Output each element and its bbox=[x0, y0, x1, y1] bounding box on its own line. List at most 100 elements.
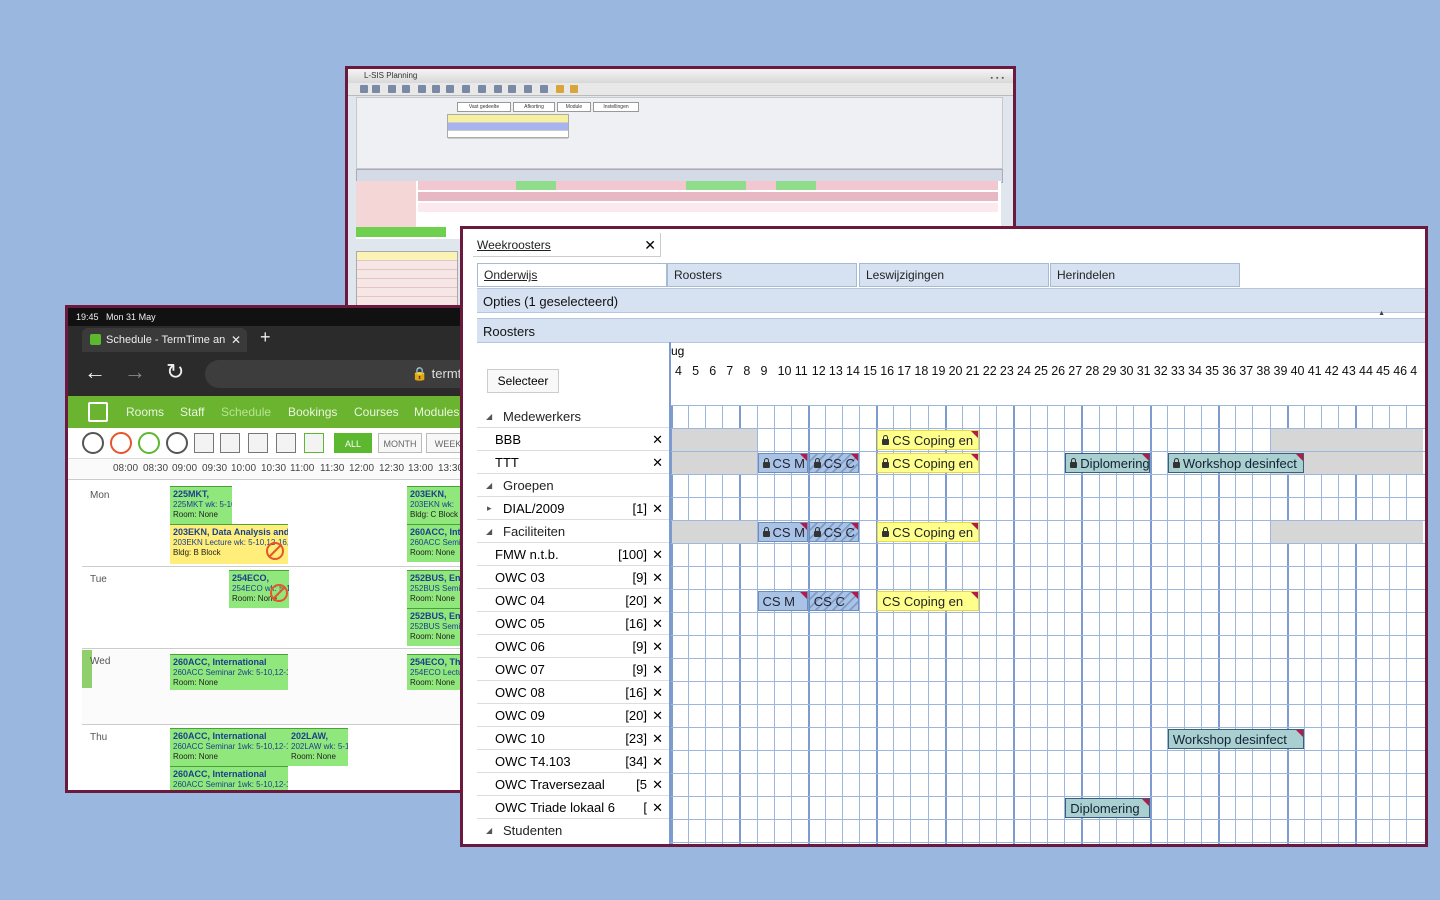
collapse-triangle-icon[interactable]: ◢ bbox=[486, 474, 492, 497]
legacy-tool-icon[interactable] bbox=[478, 85, 486, 93]
nav-staff[interactable]: Staff bbox=[180, 405, 204, 419]
nav-modules[interactable]: Modules bbox=[414, 405, 459, 419]
url-bar[interactable]: 🔒 termtim bbox=[205, 360, 472, 388]
remove-icon[interactable]: ✕ bbox=[652, 566, 663, 589]
group-studenten[interactable]: ◢ Studenten bbox=[477, 819, 669, 842]
resource-row[interactable]: FMW n.t.b. [100] ✕ bbox=[477, 543, 669, 566]
remove-icon[interactable]: ✕ bbox=[652, 589, 663, 612]
remove-icon[interactable]: ✕ bbox=[652, 796, 663, 819]
view-all-button[interactable]: ALL bbox=[334, 433, 372, 453]
resource-row[interactable]: OWC 10 [23] ✕ bbox=[477, 727, 669, 750]
subtab-leswijzigingen[interactable]: Leswijzigingen bbox=[859, 263, 1049, 287]
legacy-tool-icon[interactable] bbox=[446, 85, 454, 93]
legacy-tab[interactable]: Afkorting bbox=[513, 102, 555, 112]
resource-row[interactable]: OWC Traversezaal [5 ✕ bbox=[477, 773, 669, 796]
remove-icon[interactable]: ✕ bbox=[652, 750, 663, 773]
event-card[interactable]: 225MKT, 225MKT wk: 5-10, Room: None bbox=[170, 486, 232, 524]
event-card[interactable]: 260ACC, International 260ACC Seminar 1wk:… bbox=[170, 728, 288, 766]
event-card[interactable]: 202LAW,202LAW wk: 5-10,Room: None bbox=[288, 728, 348, 766]
schedule-event-cs-c[interactable]: CS C bbox=[808, 522, 860, 542]
expand-triangle-icon[interactable]: ▸ bbox=[487, 497, 492, 520]
weekroosters-tab[interactable]: Weekroosters ✕ bbox=[473, 233, 661, 257]
schedule-event-cs-coping[interactable]: CS Coping en bbox=[877, 591, 979, 611]
schedule-event-workshop[interactable]: Workshop desinfect bbox=[1167, 453, 1304, 473]
remove-icon[interactable]: ✕ bbox=[652, 681, 663, 704]
legacy-tab[interactable]: Module bbox=[557, 102, 591, 112]
remove-icon[interactable]: ✕ bbox=[652, 612, 663, 635]
resource-row[interactable]: OWC 08 [16] ✕ bbox=[477, 681, 669, 704]
collapse-triangle-icon[interactable]: ◢ bbox=[486, 819, 492, 842]
opties-bar[interactable]: Opties (1 geselecteerd) bbox=[477, 288, 1425, 313]
schedule-event-diplomering[interactable]: Diplomering bbox=[1065, 798, 1150, 818]
resource-row[interactable]: OWC 09 [20] ✕ bbox=[477, 704, 669, 727]
schedule-event-cs-coping[interactable]: CS Coping en bbox=[877, 430, 979, 450]
selecteer-button[interactable]: Selecteer bbox=[487, 369, 559, 393]
reload-icon[interactable]: ↻ bbox=[166, 360, 184, 384]
schedule-event-diplomering[interactable]: Diplomering bbox=[1065, 453, 1150, 473]
copy-icon[interactable] bbox=[276, 433, 296, 453]
event-card[interactable]: 260ACC, International 260ACC Seminar 2wk:… bbox=[170, 654, 288, 690]
remove-icon[interactable]: ✕ bbox=[652, 497, 663, 520]
list-circle-icon[interactable] bbox=[138, 432, 160, 454]
resource-row[interactable]: ▸ DIAL/2009 [1] ✕ bbox=[477, 497, 669, 520]
remove-icon[interactable]: ✕ bbox=[652, 704, 663, 727]
search-icon[interactable] bbox=[220, 433, 240, 453]
legacy-tool-icon[interactable] bbox=[372, 85, 380, 93]
back-arrow-icon[interactable]: ← bbox=[84, 360, 106, 384]
legacy-tool-icon[interactable] bbox=[402, 85, 410, 93]
collapse-triangle-icon[interactable]: ◢ bbox=[486, 405, 492, 428]
clock-icon[interactable] bbox=[248, 433, 268, 453]
list-view-icon[interactable] bbox=[304, 433, 324, 453]
subtab-roosters[interactable]: Roosters bbox=[667, 263, 857, 287]
schedule-event-cs-coping[interactable]: CS Coping en bbox=[877, 522, 979, 542]
collapse-triangle-icon[interactable]: ◢ bbox=[486, 520, 492, 543]
schedule-event-cs-m[interactable]: CS M bbox=[757, 522, 808, 542]
resource-row[interactable]: OWC T4.103 [34] ✕ bbox=[477, 750, 669, 773]
view-month-button[interactable]: MONTH bbox=[378, 433, 422, 453]
resource-row[interactable]: BBB ✕ bbox=[477, 428, 669, 451]
remove-icon[interactable]: ✕ bbox=[652, 773, 663, 796]
close-tab-icon[interactable]: ✕ bbox=[644, 233, 656, 257]
nav-courses[interactable]: Courses bbox=[354, 405, 399, 419]
resource-row[interactable]: OWC 05 [16] ✕ bbox=[477, 612, 669, 635]
schedule-event-cs-coping[interactable]: CS Coping en bbox=[877, 453, 979, 473]
refresh-icon[interactable] bbox=[82, 432, 104, 454]
remove-icon[interactable]: ✕ bbox=[652, 543, 663, 566]
add-alarm-icon[interactable] bbox=[110, 432, 132, 454]
remove-icon[interactable]: ✕ bbox=[652, 635, 663, 658]
legacy-tab[interactable]: Vast gedeelte bbox=[457, 102, 511, 112]
nav-rooms[interactable]: Rooms bbox=[126, 405, 164, 419]
legacy-tool-icon[interactable] bbox=[494, 85, 502, 93]
termtime-logo-icon[interactable] bbox=[88, 402, 108, 422]
resource-row[interactable]: OWC 03 [9] ✕ bbox=[477, 566, 669, 589]
legacy-tool-icon[interactable] bbox=[508, 85, 516, 93]
close-tab-icon[interactable]: ✕ bbox=[231, 328, 241, 352]
legacy-tool-icon[interactable] bbox=[360, 85, 368, 93]
legacy-tab[interactable]: Instellingen bbox=[593, 102, 639, 112]
group-faciliteiten[interactable]: ◢ Faciliteiten bbox=[477, 520, 669, 543]
remove-icon[interactable]: ✕ bbox=[652, 727, 663, 750]
event-card[interactable]: 260ACC, International 260ACC Seminar 1wk:… bbox=[170, 766, 288, 790]
subtab-herindelen[interactable]: Herindelen bbox=[1050, 263, 1240, 287]
nav-schedule[interactable]: Schedule bbox=[221, 405, 271, 419]
legacy-tool-icon[interactable] bbox=[432, 85, 440, 93]
legacy-tool-icon[interactable] bbox=[570, 85, 578, 93]
forward-arrow-icon[interactable]: → bbox=[124, 360, 146, 384]
remove-icon[interactable]: ✕ bbox=[652, 428, 663, 451]
legacy-tool-icon[interactable] bbox=[540, 85, 548, 93]
collapse-arrow-icon[interactable]: ▲ bbox=[1378, 310, 1385, 317]
resource-row[interactable]: OWC 04 [20] ✕ bbox=[477, 589, 669, 612]
new-tab-icon[interactable]: + bbox=[260, 327, 271, 348]
schedule-event-cs-m[interactable]: CS M bbox=[757, 453, 808, 473]
group-medewerkers[interactable]: ◢ Medewerkers bbox=[477, 405, 669, 428]
legacy-tool-icon[interactable] bbox=[388, 85, 396, 93]
remove-icon[interactable]: ✕ bbox=[652, 451, 663, 474]
add-event-icon[interactable] bbox=[194, 433, 214, 453]
resource-row[interactable]: OWC 06 [9] ✕ bbox=[477, 635, 669, 658]
group-groepen[interactable]: ◢ Groepen bbox=[477, 474, 669, 497]
schedule-event-cs-c[interactable]: CS C bbox=[808, 453, 860, 473]
undo-icon[interactable] bbox=[166, 432, 188, 454]
nav-bookings[interactable]: Bookings bbox=[288, 405, 337, 419]
schedule-event-cs-c[interactable]: CS C bbox=[808, 591, 860, 611]
remove-icon[interactable]: ✕ bbox=[652, 658, 663, 681]
